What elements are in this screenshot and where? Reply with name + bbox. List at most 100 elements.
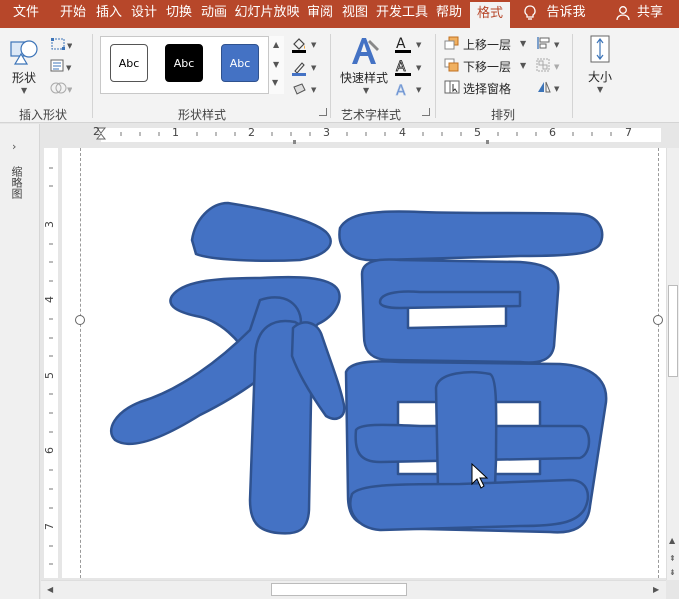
shape-outline-icon[interactable]: ▼ xyxy=(290,59,320,77)
chevron-down-icon[interactable]: ▼ xyxy=(363,86,369,95)
tab-file[interactable]: 文件 xyxy=(4,0,48,28)
shape-effects-icon[interactable]: ▼ xyxy=(290,81,320,99)
share-button[interactable]: 共享 xyxy=(632,0,668,28)
text-fill-icon[interactable]: A ▼ xyxy=(394,36,424,54)
slide-canvas[interactable] xyxy=(62,148,666,578)
horizontal-ruler: 2 1 2 3 4 5 6 7 xyxy=(41,124,679,144)
person-icon[interactable] xyxy=(614,0,632,28)
svg-text:A: A xyxy=(396,83,406,99)
svg-text:▼: ▼ xyxy=(66,64,72,72)
ruler-number: 6 xyxy=(43,447,56,454)
ruler-number: 4 xyxy=(43,296,56,303)
ruler-number: 4 xyxy=(399,126,406,139)
tab-developer[interactable]: 开发工具 xyxy=(374,0,430,28)
bring-forward-button[interactable]: 上移一层 xyxy=(463,36,511,53)
bring-forward-icon[interactable] xyxy=(444,36,460,50)
selection-pane-button[interactable]: 选择窗格 xyxy=(463,80,511,97)
selection-pane-icon[interactable] xyxy=(444,80,460,94)
quick-styles-label[interactable]: 快速样式 xyxy=(340,69,388,86)
tab-design[interactable]: 设计 xyxy=(128,0,160,28)
rotate-icon[interactable]: ▼ xyxy=(536,80,562,94)
vertical-scroll-thumb[interactable] xyxy=(668,285,678,377)
tab-help[interactable]: 帮助 xyxy=(433,0,465,28)
tab-animations[interactable]: 动画 xyxy=(198,0,230,28)
thumbnail-pane-label[interactable]: 缩略图 xyxy=(10,166,24,199)
scroll-left-arrow-icon[interactable]: ◀ xyxy=(47,585,53,594)
ribbon-tab-bar: 文件 开始 插入 设计 切换 动画 幻灯片放映 审阅 视图 开发工具 帮助 格式… xyxy=(0,0,679,28)
send-backward-button[interactable]: 下移一层 xyxy=(463,58,511,75)
lightbulb-icon[interactable] xyxy=(520,0,540,28)
ruler-number: 3 xyxy=(43,221,56,228)
ruler-number: 5 xyxy=(43,372,56,379)
chevron-down-icon[interactable]: ▼ xyxy=(520,39,526,48)
stroke-shape xyxy=(349,478,590,532)
wordart-dialog-launcher-icon[interactable] xyxy=(422,108,430,116)
group-separator xyxy=(92,34,93,118)
scroll-up-arrow-icon[interactable]: ▲ xyxy=(669,536,675,545)
svg-text:▼: ▼ xyxy=(311,64,317,72)
shape-style-preset-black[interactable]: Abc xyxy=(165,44,203,82)
gallery-scrollbar[interactable]: ▲ ▼ ▼ xyxy=(268,36,284,94)
ribbon: 形状 ▼ ▼ ▼ ▼ 插入形状 Abc Abc Abc ▲ ▼ ▼ ▼ ▼ ▼ … xyxy=(0,28,679,123)
fu-character-shape-group[interactable] xyxy=(62,148,666,578)
text-outline-icon[interactable]: A ▼ xyxy=(394,59,424,77)
chevron-down-icon[interactable]: ▼ xyxy=(520,61,526,70)
gallery-up-arrow-icon[interactable]: ▲ xyxy=(273,40,279,49)
edit-shape-icon[interactable]: ▼ xyxy=(50,37,73,51)
shape-fill-icon[interactable]: ▼ xyxy=(290,36,320,54)
chevron-down-icon[interactable]: ▼ xyxy=(21,86,27,95)
send-backward-icon[interactable] xyxy=(444,58,460,72)
gallery-more-icon[interactable]: ▼ xyxy=(272,78,278,87)
tab-view[interactable]: 视图 xyxy=(339,0,371,28)
tab-slideshow[interactable]: 幻灯片放映 xyxy=(233,0,301,28)
shape-styles-group-label: 形状样式 xyxy=(177,108,226,122)
svg-text:▼: ▼ xyxy=(311,41,317,49)
chevron-down-icon[interactable]: ▼ xyxy=(597,85,603,94)
shape-style-preset-white[interactable]: Abc xyxy=(110,44,148,82)
horizontal-scroll-thumb[interactable] xyxy=(271,583,407,596)
ruler-number: 7 xyxy=(43,523,56,530)
shape-style-preset-blue[interactable]: Abc xyxy=(221,44,259,82)
horizontal-ruler-ticks xyxy=(95,127,612,144)
tab-format[interactable]: 格式 xyxy=(470,2,510,28)
size-button-label[interactable]: 大小 xyxy=(588,68,612,85)
group-objects-icon[interactable]: ▼ xyxy=(536,58,562,72)
vertical-ruler-ticks xyxy=(49,167,53,565)
quick-styles-icon[interactable] xyxy=(348,34,382,68)
tab-home[interactable]: 开始 xyxy=(56,0,90,28)
page-down-icon[interactable]: ⇟ xyxy=(669,568,676,577)
group-separator xyxy=(572,34,573,118)
size-icon[interactable] xyxy=(586,34,614,64)
ruler-number: 6 xyxy=(549,126,556,139)
tab-transitions[interactable]: 切换 xyxy=(163,0,195,28)
shape-styles-dialog-launcher-icon[interactable] xyxy=(319,108,327,116)
horizontal-scrollbar[interactable]: ◀ ▶ xyxy=(41,580,666,599)
tab-review[interactable]: 审阅 xyxy=(304,0,336,28)
scroll-right-arrow-icon[interactable]: ▶ xyxy=(653,585,659,594)
shapes-button-label[interactable]: 形状 xyxy=(12,69,36,86)
thumbnail-pane: › 缩略图 xyxy=(0,124,40,599)
align-icon[interactable]: ▼ xyxy=(536,36,562,50)
wordart-styles-group-label: 艺术字样式 xyxy=(340,108,401,122)
ruler-number: 1 xyxy=(172,126,179,139)
text-effects-icon[interactable]: A ▼ xyxy=(394,81,424,100)
ruler-number: 3 xyxy=(323,126,330,139)
page-up-icon[interactable]: ⇞ xyxy=(669,554,676,563)
merge-shapes-icon[interactable]: ▼ xyxy=(50,81,73,95)
group-separator xyxy=(435,34,436,118)
svg-text:▼: ▼ xyxy=(416,41,422,49)
ruler-number: 7 xyxy=(625,126,632,139)
svg-text:A: A xyxy=(396,36,406,52)
ruler-number: 2 xyxy=(93,125,100,138)
svg-text:▼: ▼ xyxy=(554,41,560,49)
vertical-scrollbar[interactable]: ▲ ⇞ ⇟ xyxy=(666,148,679,580)
stroke-shape xyxy=(378,290,522,310)
gallery-down-arrow-icon[interactable]: ▼ xyxy=(273,60,279,69)
expand-chevron-right-icon[interactable]: › xyxy=(12,140,16,153)
ruler-number: 2 xyxy=(248,126,255,139)
svg-text:▼: ▼ xyxy=(554,85,560,93)
tab-insert[interactable]: 插入 xyxy=(93,0,125,28)
shapes-icon[interactable] xyxy=(8,36,42,66)
text-box-icon[interactable]: ▼ xyxy=(50,59,72,73)
tell-me-search[interactable]: 告诉我 xyxy=(544,0,588,28)
